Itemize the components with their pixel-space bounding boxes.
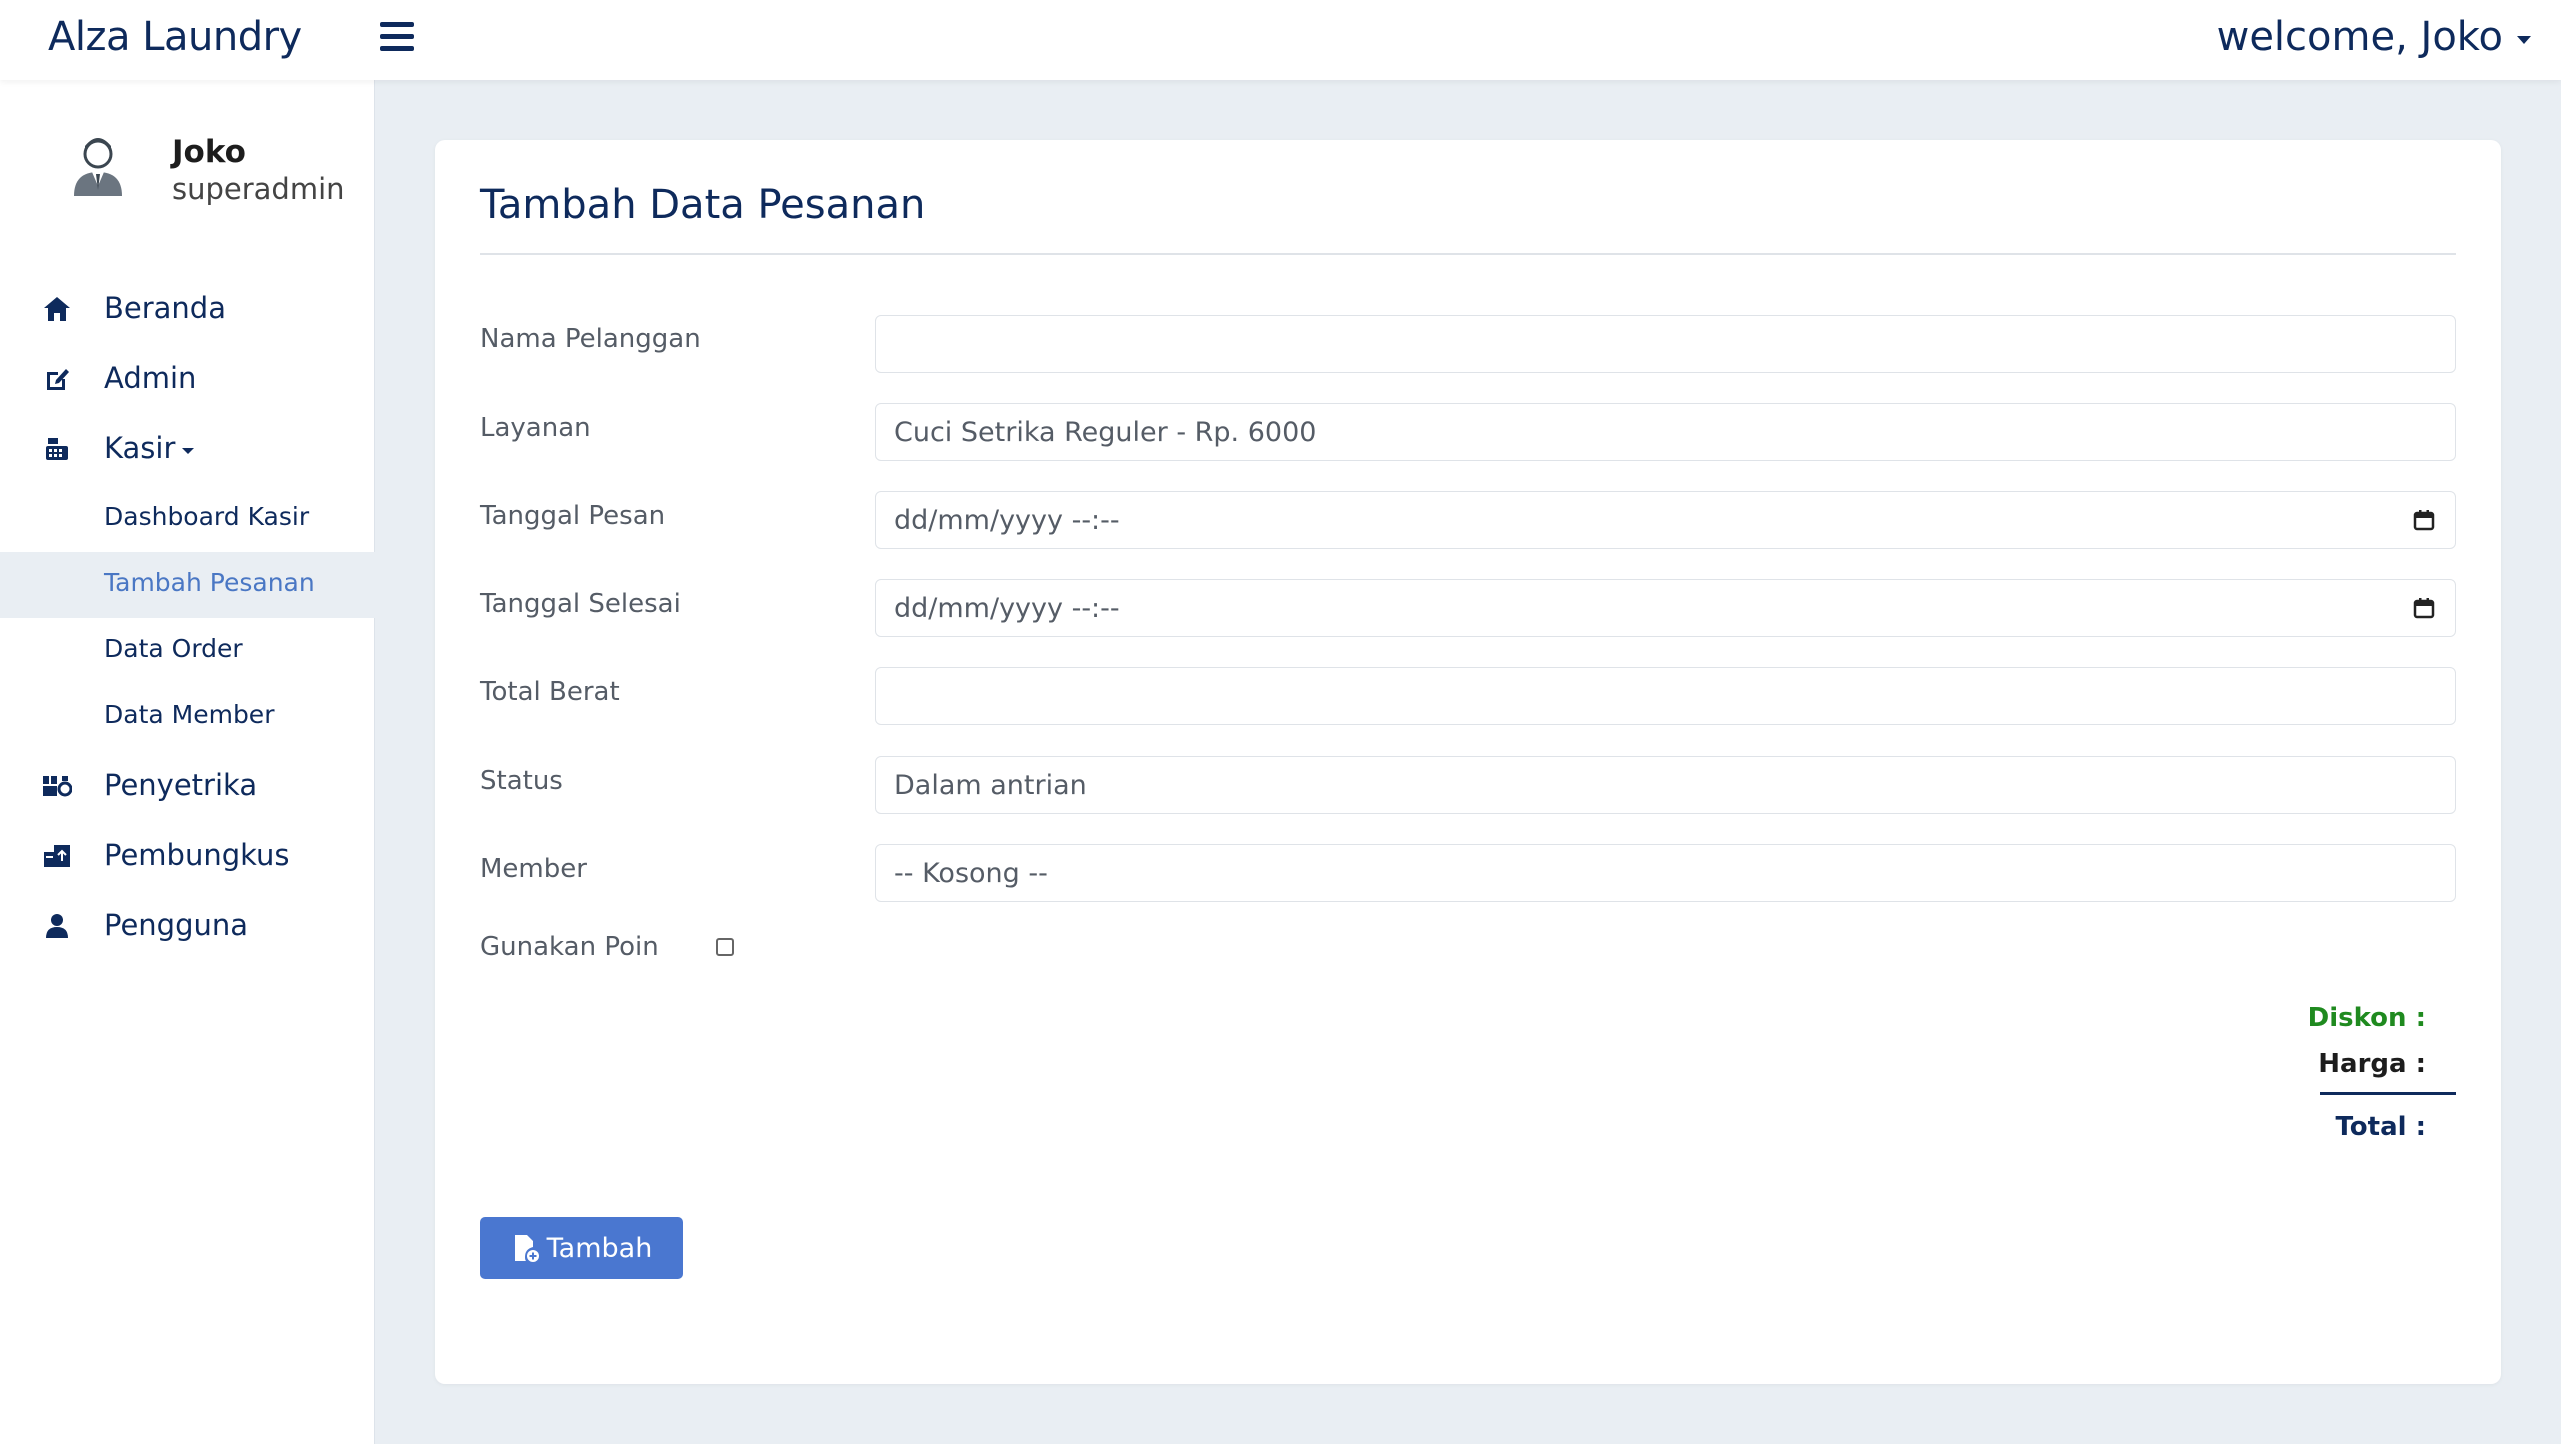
member-value: -- Kosong --	[894, 857, 1048, 889]
edit-icon	[42, 364, 72, 394]
sidebar-item-pembungkus[interactable]: Pembungkus	[0, 825, 375, 885]
tanggal-selesai-label: Tanggal Selesai	[480, 589, 681, 619]
sidebar-subitem-label: Tambah Pesanan	[104, 568, 315, 597]
status-select[interactable]: Dalam antrian	[875, 756, 2456, 814]
sidebar-subitem-label: Data Order	[104, 634, 243, 663]
tanggal-selesai-value: dd/mm/yyyy --:--	[894, 592, 1120, 624]
gunakan-poin-field: Gunakan Poin	[480, 932, 734, 962]
layanan-label: Layanan	[480, 413, 591, 443]
status-value: Dalam antrian	[894, 769, 1087, 801]
sidebar-subitem-label: Dashboard Kasir	[104, 502, 310, 531]
diskon-label: Diskon :	[2307, 1003, 2426, 1033]
summary-divider	[2320, 1092, 2456, 1095]
tanggal-pesan-input[interactable]: dd/mm/yyyy --:--	[875, 491, 2456, 549]
profile-role: superadmin	[172, 172, 345, 206]
form-card: Tambah Data Pesanan Nama Pelanggan Layan…	[435, 140, 2501, 1384]
sidebar: Joko superadmin Beranda Admin Kasir Dash…	[0, 80, 375, 1444]
sidebar-item-label: Admin	[104, 361, 197, 395]
calendar-icon[interactable]	[2413, 509, 2435, 531]
user-icon	[42, 911, 72, 941]
sidebar-item-label: Pengguna	[104, 908, 249, 942]
total-berat-label: Total Berat	[480, 677, 620, 707]
user-dropdown[interactable]: welcome, Joko	[2217, 14, 2531, 60]
harga-label: Harga :	[2318, 1049, 2426, 1079]
tanggal-pesan-value: dd/mm/yyyy --:--	[894, 504, 1120, 536]
iron-icon	[42, 771, 72, 801]
tanggal-pesan-label: Tanggal Pesan	[480, 501, 666, 531]
total-berat-input[interactable]	[875, 667, 2456, 725]
status-label: Status	[480, 766, 563, 796]
member-label: Member	[480, 854, 587, 884]
caret-down-icon	[182, 448, 194, 454]
nama-pelanggan-input[interactable]	[875, 315, 2456, 373]
tambah-button-label: Tambah	[546, 1232, 653, 1264]
calendar-icon[interactable]	[2413, 597, 2435, 619]
sidebar-subitem-data-member[interactable]: Data Member	[0, 684, 375, 750]
layanan-select[interactable]: Cuci Setrika Reguler - Rp. 6000	[875, 403, 2456, 461]
sidebar-item-label: Penyetrika	[104, 768, 258, 802]
profile-name: Joko	[172, 134, 246, 170]
tambah-button[interactable]: Tambah	[480, 1217, 683, 1279]
gunakan-poin-label: Gunakan Poin	[480, 932, 659, 962]
sidebar-item-pengguna[interactable]: Pengguna	[0, 895, 375, 955]
avatar	[74, 138, 122, 196]
sidebar-item-admin[interactable]: Admin	[0, 348, 375, 408]
sidebar-item-label: Beranda	[104, 291, 226, 325]
gunakan-poin-checkbox[interactable]	[716, 938, 734, 956]
sidebar-subitem-dashboard-kasir[interactable]: Dashboard Kasir	[0, 486, 375, 552]
member-select[interactable]: -- Kosong --	[875, 844, 2456, 902]
file-add-icon	[514, 1235, 539, 1262]
sidebar-item-label: Pembungkus	[104, 838, 290, 872]
hamburger-menu-icon[interactable]	[380, 22, 414, 52]
total-label: Total :	[2335, 1112, 2426, 1142]
nama-pelanggan-label: Nama Pelanggan	[480, 324, 701, 354]
sidebar-item-kasir[interactable]: Kasir	[0, 418, 375, 478]
top-navbar: Alza Laundry welcome, Joko	[0, 0, 2561, 80]
layanan-value: Cuci Setrika Reguler - Rp. 6000	[894, 416, 1317, 448]
page-title: Tambah Data Pesanan	[480, 182, 926, 228]
tanggal-selesai-input[interactable]: dd/mm/yyyy --:--	[875, 579, 2456, 637]
sidebar-subitem-tambah-pesanan[interactable]: Tambah Pesanan	[0, 552, 375, 618]
title-divider	[480, 253, 2456, 255]
caret-down-icon	[2517, 36, 2531, 44]
cash-register-icon	[42, 434, 72, 464]
sidebar-subitem-data-order[interactable]: Data Order	[0, 618, 375, 684]
welcome-label: welcome, Joko	[2216, 14, 2503, 60]
home-icon	[42, 294, 72, 324]
user-profile: Joko superadmin	[70, 130, 370, 220]
sidebar-subitem-label: Data Member	[104, 700, 275, 729]
sidebar-item-penyetrika[interactable]: Penyetrika	[0, 755, 375, 815]
sidebar-item-beranda[interactable]: Beranda	[0, 278, 375, 338]
brand-logo[interactable]: Alza Laundry	[48, 14, 302, 60]
package-icon	[42, 841, 72, 871]
sidebar-item-label: Kasir	[104, 431, 176, 465]
